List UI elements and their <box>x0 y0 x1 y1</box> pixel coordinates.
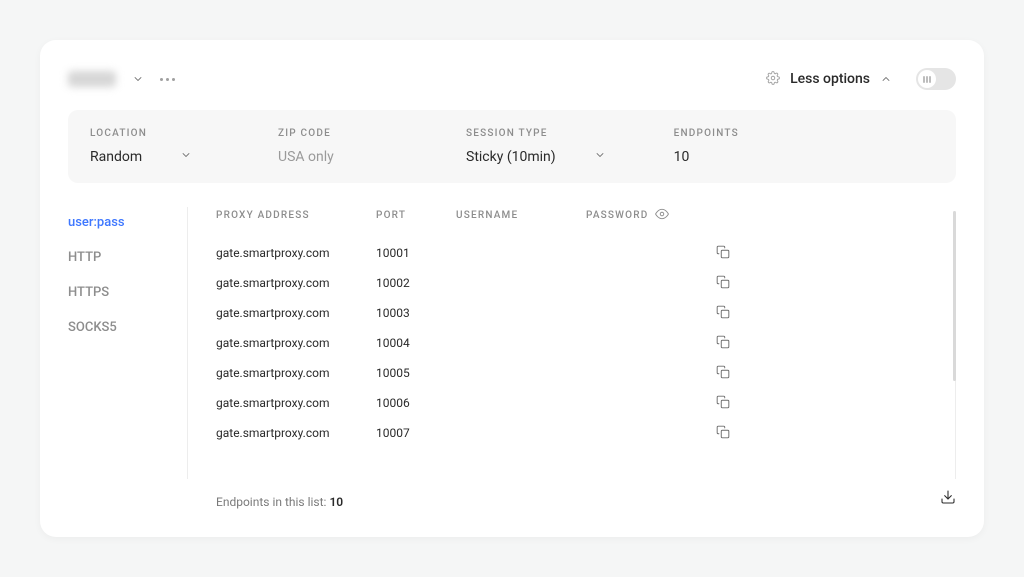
table-head: Proxy address Port Username Password <box>216 207 956 224</box>
session-type-value: Sticky (10min) <box>466 149 556 165</box>
card-header: Less options <box>68 68 956 90</box>
cell-port: 10005 <box>376 366 456 380</box>
tab-socks5[interactable]: SOCKS5 <box>68 320 159 335</box>
filter-endpoints: Endpoints 10 <box>674 128 794 165</box>
endpoints-input[interactable]: 10 <box>674 149 794 165</box>
th-password: Password <box>586 207 716 224</box>
copy-button[interactable] <box>716 395 756 412</box>
location-value: Random <box>90 149 142 165</box>
cell-port: 10002 <box>376 276 456 290</box>
filter-location: Location Random <box>90 128 210 165</box>
cell-address: gate.smartproxy.com <box>216 426 376 440</box>
endpoints-value: 10 <box>674 149 690 165</box>
subscription-name-blurred <box>68 71 116 87</box>
th-username: Username <box>456 207 586 224</box>
filter-label: Session type <box>466 128 606 139</box>
table-row: gate.smartproxy.com10001 <box>216 238 955 268</box>
copy-button[interactable] <box>716 245 756 262</box>
scrollbar[interactable] <box>953 211 956 381</box>
filter-session-type: Session type Sticky (10min) <box>466 128 606 165</box>
more-actions-button[interactable] <box>160 78 175 81</box>
copy-button[interactable] <box>716 335 756 352</box>
cell-port: 10004 <box>376 336 456 350</box>
download-button[interactable] <box>940 489 956 509</box>
cell-address: gate.smartproxy.com <box>216 396 376 410</box>
chevron-down-icon <box>180 149 192 165</box>
table-body: gate.smartproxy.com10001gate.smartproxy.… <box>216 238 956 479</box>
chevron-down-icon <box>594 149 606 165</box>
cell-address: gate.smartproxy.com <box>216 276 376 290</box>
table-row: gate.smartproxy.com10006 <box>216 388 955 418</box>
table-wrap: Proxy address Port Username Password gat… <box>188 207 956 479</box>
filter-label: Endpoints <box>674 128 794 139</box>
th-password-label: Password <box>586 210 649 221</box>
header-left <box>68 70 175 89</box>
options-toggle[interactable]: Less options <box>766 70 892 89</box>
switch-thumb <box>918 70 936 88</box>
copy-button[interactable] <box>716 365 756 382</box>
location-select[interactable]: Random <box>90 149 210 165</box>
protocol-tabs: user:pass HTTP HTTPS SOCKS5 <box>68 207 188 479</box>
copy-button[interactable] <box>716 305 756 322</box>
th-port: Port <box>376 207 456 224</box>
session-type-select[interactable]: Sticky (10min) <box>466 149 606 165</box>
filter-label: Zip code <box>278 128 398 139</box>
eye-icon[interactable] <box>655 207 669 224</box>
chevron-up-icon <box>880 70 892 89</box>
filter-zip-code: Zip code USA only <box>278 128 398 165</box>
cell-port: 10003 <box>376 306 456 320</box>
copy-button[interactable] <box>716 425 756 442</box>
count-value: 10 <box>329 495 343 509</box>
tab-http[interactable]: HTTP <box>68 250 159 265</box>
cell-port: 10001 <box>376 246 456 260</box>
table-row: gate.smartproxy.com10003 <box>216 298 955 328</box>
subscription-dropdown[interactable] <box>132 70 144 89</box>
copy-button[interactable] <box>716 275 756 292</box>
filter-label: Location <box>90 128 210 139</box>
endpoints-table-area: user:pass HTTP HTTPS SOCKS5 Proxy addres… <box>68 207 956 479</box>
table-footer: Endpoints in this list: 10 <box>68 479 956 509</box>
table-row: gate.smartproxy.com10005 <box>216 358 955 388</box>
cell-address: gate.smartproxy.com <box>216 366 376 380</box>
view-toggle-switch[interactable] <box>916 68 956 90</box>
cell-address: gate.smartproxy.com <box>216 306 376 320</box>
options-label: Less options <box>790 71 870 87</box>
proxy-config-card: Less options Location Random Zip code <box>40 40 984 537</box>
zip-code-placeholder: USA only <box>278 149 334 165</box>
cell-port: 10006 <box>376 396 456 410</box>
gear-icon <box>766 70 780 89</box>
cell-port: 10007 <box>376 426 456 440</box>
filter-bar: Location Random Zip code USA only Sessio… <box>68 110 956 183</box>
zip-code-input[interactable]: USA only <box>278 149 398 165</box>
th-actions <box>716 207 756 224</box>
cell-address: gate.smartproxy.com <box>216 246 376 260</box>
header-right: Less options <box>766 68 956 90</box>
cell-address: gate.smartproxy.com <box>216 336 376 350</box>
endpoint-count: Endpoints in this list: 10 <box>216 495 343 509</box>
table-row: gate.smartproxy.com10002 <box>216 268 955 298</box>
th-proxy-address: Proxy address <box>216 207 376 224</box>
count-label: Endpoints in this list: <box>216 495 326 509</box>
tab-userpass[interactable]: user:pass <box>68 215 159 230</box>
table-row: gate.smartproxy.com10004 <box>216 328 955 358</box>
table-row: gate.smartproxy.com10007 <box>216 418 955 448</box>
tab-https[interactable]: HTTPS <box>68 285 159 300</box>
